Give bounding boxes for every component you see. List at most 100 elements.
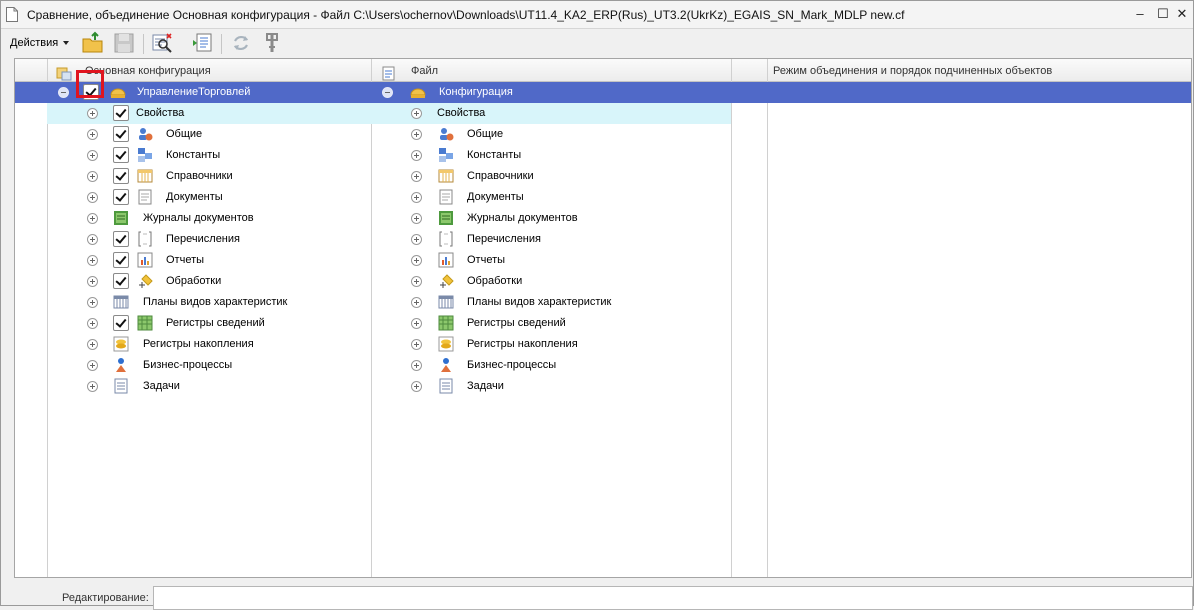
expand-icon[interactable] <box>411 318 422 329</box>
chevron-down-icon <box>63 41 70 46</box>
expand-icon[interactable] <box>87 129 98 140</box>
file-item-label: Задачи <box>467 380 504 392</box>
expand-icon[interactable] <box>87 213 98 224</box>
main-item-label: Отчеты <box>166 254 205 266</box>
expand-icon[interactable] <box>87 150 98 161</box>
actions-label: Действия <box>10 37 59 49</box>
expand-icon[interactable] <box>411 276 422 287</box>
file-root-label: Конфигурация <box>439 86 513 98</box>
open-file-icon[interactable] <box>81 31 105 55</box>
column-file[interactable]: Файл <box>411 59 438 81</box>
expand-icon[interactable] <box>411 297 422 308</box>
refresh-icon[interactable] <box>229 31 253 55</box>
accumulation-registers-icon <box>438 336 454 352</box>
constants-icon <box>439 148 453 162</box>
tree-row[interactable]: Регистры сведений Регистры сведений <box>15 313 1191 334</box>
reports-icon <box>438 252 454 268</box>
include-checkbox[interactable] <box>113 147 129 163</box>
tree-row[interactable]: Журналы документов Журналы документов <box>15 208 1191 229</box>
include-checkbox[interactable] <box>113 189 129 205</box>
tree-row[interactable]: Свойства Свойства <box>15 103 1191 124</box>
comparison-tree: Основная конфигурация Файл Режим объедин… <box>14 58 1192 578</box>
edit-field[interactable] <box>153 586 1193 610</box>
expand-icon[interactable] <box>87 171 98 182</box>
tree-row[interactable]: Перечисления Перечисления <box>15 229 1191 250</box>
common-icon <box>139 128 153 141</box>
expand-icon[interactable] <box>87 297 98 308</box>
documents-icon <box>439 189 453 205</box>
file-item-label: Регистры сведений <box>467 317 566 329</box>
tree-row[interactable]: Задачи Задачи <box>15 376 1191 397</box>
expand-icon[interactable] <box>411 129 422 140</box>
main-item-label: Бизнес-процессы <box>143 359 233 371</box>
edit-label: Редактирование: <box>62 592 149 604</box>
main-item-label: Документы <box>166 191 223 203</box>
minimize-button[interactable]: – <box>1129 4 1151 24</box>
include-checkbox[interactable] <box>113 252 129 268</box>
business-processes-icon <box>441 358 451 372</box>
tree-row[interactable]: Регистры накопления Регистры накопления <box>15 334 1191 355</box>
expand-icon[interactable] <box>411 150 422 161</box>
main-item-label: Журналы документов <box>143 212 254 224</box>
tree-row[interactable]: Обработки Обработки <box>15 271 1191 292</box>
settings-wrench-icon[interactable] <box>260 31 284 55</box>
close-button[interactable]: ✕ <box>1171 4 1193 24</box>
main-item-label: Регистры накопления <box>143 338 254 350</box>
include-checkbox[interactable] <box>113 168 129 184</box>
filter-icon[interactable] <box>150 31 174 55</box>
include-checkbox[interactable] <box>113 126 129 142</box>
expand-icon[interactable] <box>87 339 98 350</box>
tree-row[interactable]: Планы видов характеристик Планы видов хар… <box>15 292 1191 313</box>
collapse-icon[interactable] <box>58 87 69 98</box>
expand-icon[interactable] <box>411 192 422 203</box>
expand-icon[interactable] <box>411 360 422 371</box>
data-processors-icon <box>440 274 454 288</box>
catalogs-icon <box>137 169 153 183</box>
include-checkbox[interactable] <box>113 315 129 331</box>
expand-icon[interactable] <box>411 108 422 119</box>
accumulation-registers-icon <box>113 336 129 352</box>
expand-icon[interactable] <box>87 108 98 119</box>
expand-icon[interactable] <box>411 255 422 266</box>
expand-icon[interactable] <box>87 318 98 329</box>
main-item-label: Задачи <box>143 380 180 392</box>
expand-icon[interactable] <box>411 234 422 245</box>
actions-menu-button[interactable]: Действия <box>10 37 70 49</box>
tree-row-root[interactable]: УправлениеТорговлей Конфигурация <box>15 82 1191 103</box>
include-checkbox[interactable] <box>113 273 129 289</box>
expand-icon[interactable] <box>411 339 422 350</box>
report-list-icon[interactable] <box>191 31 215 55</box>
expand-icon[interactable] <box>87 255 98 266</box>
tree-row[interactable]: Бизнес-процессы Бизнес-процессы <box>15 355 1191 376</box>
information-registers-icon <box>137 315 153 331</box>
expand-icon[interactable] <box>87 360 98 371</box>
expand-icon[interactable] <box>411 213 422 224</box>
file-item-label: Бизнес-процессы <box>467 359 557 371</box>
main-item-label: Обработки <box>166 275 222 287</box>
expand-icon[interactable] <box>87 381 98 392</box>
toolbar-separator <box>143 34 144 54</box>
title-bar: Сравнение, объединение Основная конфигур… <box>1 1 1193 29</box>
tree-row[interactable]: Справочники Справочники <box>15 166 1191 187</box>
expand-icon[interactable] <box>411 171 422 182</box>
expand-icon[interactable] <box>411 381 422 392</box>
expand-icon[interactable] <box>87 234 98 245</box>
tree-row[interactable]: Отчеты Отчеты <box>15 250 1191 271</box>
main-root-label: УправлениеТорговлей <box>137 86 251 98</box>
include-checkbox[interactable] <box>113 105 129 121</box>
column-merge-mode[interactable]: Режим объединения и порядок подчиненных … <box>773 59 1052 81</box>
expand-icon[interactable] <box>87 276 98 287</box>
save-icon[interactable] <box>112 31 136 55</box>
expand-icon[interactable] <box>87 192 98 203</box>
tasks-icon <box>114 378 128 394</box>
tree-row[interactable]: Документы Документы <box>15 187 1191 208</box>
collapse-icon[interactable] <box>382 87 393 98</box>
main-item-label: Константы <box>166 149 221 161</box>
data-processors-icon <box>139 274 153 288</box>
main-item-label: Планы видов характеристик <box>143 296 288 308</box>
file-item-label: Журналы документов <box>467 212 578 224</box>
include-checkbox[interactable] <box>113 231 129 247</box>
tree-row[interactable]: Общие Общие <box>15 124 1191 145</box>
main-configuration-header-icon <box>56 67 72 81</box>
tree-row[interactable]: Константы Константы <box>15 145 1191 166</box>
